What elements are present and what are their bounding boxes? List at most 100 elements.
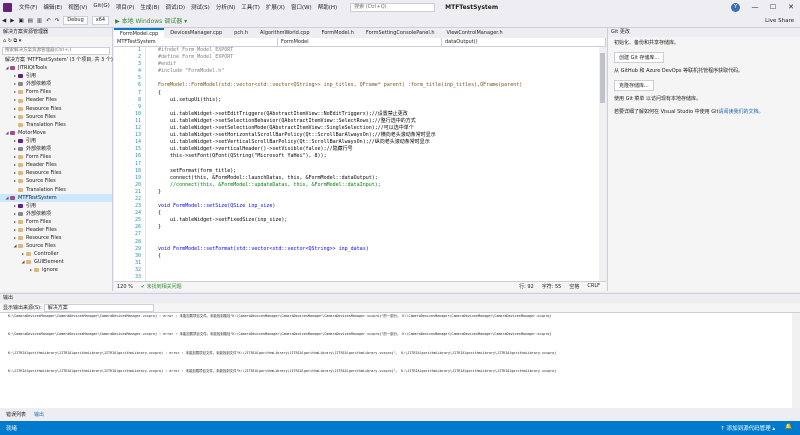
close-icon[interactable]: ✕: [782, 3, 800, 12]
folder-icon: [18, 114, 23, 119]
editor-scrollbar[interactable]: [599, 47, 606, 281]
menu-item[interactable]: 分析(N): [213, 3, 238, 11]
line-number: 22: [134, 195, 141, 202]
code-editor[interactable]: 1 2 3 4 5 6 7 8 9 10 11 12 13 14 15 16 17 18 19 20 21 22 23 24 2…: [114, 47, 599, 281]
code-area[interactable]: #ifndef Form_Model_EXPORT #define Form_Mo…: [158, 47, 598, 281]
menu-item[interactable]: 窗口(W): [288, 3, 315, 11]
minimize-icon[interactable]: —: [746, 3, 764, 12]
zoom-level[interactable]: 120 %: [117, 284, 133, 290]
tree-item[interactable]: ◢ GUIElement: [0, 258, 112, 266]
code-line: ui.setupUi(this);: [158, 96, 222, 103]
nav-class[interactable]: FormModel: [278, 38, 442, 46]
tree-item[interactable]: ▸ Form Files: [0, 153, 112, 161]
editor-tab[interactable]: AlgorithmWorld.cpp: [254, 28, 316, 38]
git-docs-link[interactable]: 请阅读我们的文档。: [718, 109, 763, 115]
editor-tab-label: FormSettingConsolePanel.h: [365, 30, 435, 36]
output-title: 输出: [0, 294, 800, 303]
tree-item[interactable]: ▸ Form Files: [0, 88, 112, 96]
configuration-select[interactable]: Debug: [63, 16, 88, 25]
tree-item[interactable]: ▸ 外部依赖项: [0, 80, 112, 88]
back-icon[interactable]: ◀: [0, 18, 8, 24]
menu-item[interactable]: 测试(S): [188, 3, 213, 11]
scrollbar-thumb[interactable]: [600, 53, 605, 103]
tree-item[interactable]: ▸ Header Files: [0, 226, 112, 234]
tree-item[interactable]: ▸ ignore: [0, 266, 112, 274]
editor-tab[interactable]: pch.h: [228, 28, 254, 38]
output-source-label: 显示输出来源(S):: [3, 305, 42, 311]
whitespace-mode[interactable]: 空格: [569, 283, 579, 290]
tree-item[interactable]: ▸ Resource Files: [0, 105, 112, 113]
line-number: 20: [134, 181, 141, 188]
tree-item[interactable]: ▸ 引用: [0, 202, 112, 210]
tree-item[interactable]: ▸ Resource Files: [0, 234, 112, 242]
line-number: 29: [134, 245, 141, 252]
tree-item[interactable]: ▸ Header Files: [0, 161, 112, 169]
nav-member[interactable]: dataOutput(): [442, 38, 606, 46]
output-scrollbar[interactable]: [792, 313, 800, 408]
editor-tab[interactable]: FormModel.cpp: [114, 28, 165, 38]
tree-item[interactable]: ▸ Source Files: [0, 177, 112, 185]
code-line: ui.tableWidget->setFixedSize(inp_size);: [158, 217, 288, 224]
editor-tab[interactable]: ViewControlManager.h: [441, 28, 509, 38]
output-line: K:\JITRIAlgorithmLibrary\JITRIAlgorithmL…: [8, 369, 557, 374]
save-icon[interactable]: ▤: [26, 18, 35, 24]
forward-icon[interactable]: ▶: [8, 18, 16, 24]
solution-explorer-search[interactable]: 搜索解决方案资源管理器(Ctrl+;): [2, 47, 110, 55]
tree-item[interactable]: ▸ Source Files: [0, 113, 112, 121]
tab-output[interactable]: 输出: [34, 411, 44, 418]
menu-item[interactable]: 文件(F): [16, 3, 40, 11]
nav-project[interactable]: MTFTestSystem: [114, 38, 278, 46]
menu-item[interactable]: 工具(T): [238, 3, 263, 11]
tree-item[interactable]: Translation Files: [0, 186, 112, 194]
line-ending[interactable]: CRLF: [587, 283, 600, 290]
issues-status[interactable]: ✔ 未找到相关问题: [141, 283, 182, 290]
add-to-source-control-button[interactable]: ↑ 添加到源代码管理 ▴: [720, 424, 775, 432]
tree-item[interactable]: ◢ MotorMove: [0, 129, 112, 137]
tree-item[interactable]: Translation Files: [0, 121, 112, 129]
notification-icon[interactable]: 🔔: [785, 424, 792, 432]
search-input[interactable]: 搜索 (Ctrl+Q): [350, 2, 436, 12]
editor-tab[interactable]: DevicesManager.cpp: [164, 28, 228, 38]
tree-item[interactable]: ◢ MTFTestSystem: [0, 193, 112, 202]
menu-item[interactable]: 视图(V): [65, 3, 90, 11]
editor-tab[interactable]: FormModel.h: [316, 28, 360, 38]
tree-item[interactable]: ▸ 外部依赖项: [0, 145, 112, 153]
maximize-icon[interactable]: ☐: [764, 3, 782, 12]
tree-item[interactable]: ▸ 外部依赖项: [0, 210, 112, 218]
git-hosting-text: 从 GitHub 和 Azure DevOps 等联机托管程序获取代码。: [614, 68, 744, 74]
tree-item[interactable]: 解决方案 'MTFTestSystem' (3 个项目, 共 3 个): [0, 56, 113, 64]
tree-item[interactable]: ◢ Source Files: [0, 242, 112, 250]
folder-icon: [18, 122, 23, 127]
line-number: 28: [134, 238, 141, 245]
output-text[interactable]: K:\CameraDevicesManager\CameraDevicesMan…: [0, 314, 792, 409]
line-number: 21: [134, 188, 141, 195]
create-git-repo-button[interactable]: 创建 Git 存储库...: [614, 52, 665, 63]
editor-tab[interactable]: FormSettingConsolePanel.h: [360, 28, 441, 38]
tree-item[interactable]: ▸ Controller: [0, 250, 112, 258]
redo-icon[interactable]: ↷: [53, 18, 62, 24]
clone-repo-button[interactable]: 克隆存储库...: [614, 80, 654, 91]
tree-item[interactable]: ▸ 引用: [0, 137, 112, 145]
live-share-button[interactable]: Live Share: [765, 18, 794, 24]
output-source-select[interactable]: 解决方案: [43, 303, 154, 312]
menu-item[interactable]: 调试(D): [163, 3, 189, 11]
save-all-icon[interactable]: ▥: [35, 18, 44, 24]
platform-select[interactable]: x64: [91, 16, 110, 25]
run-debugger-button[interactable]: ▶ 本地 Windows 调试器 ▾: [115, 16, 187, 25]
menu-item[interactable]: 扩展(X): [263, 3, 288, 11]
menu-item[interactable]: 项目(P): [113, 3, 138, 11]
undo-icon[interactable]: ↶: [44, 18, 53, 24]
status-ready: 就绪: [6, 426, 18, 432]
tab-error-list[interactable]: 错误列表: [6, 411, 26, 418]
tree-item[interactable]: ▸ Resource Files: [0, 169, 112, 177]
tree-item[interactable]: ▸ Form Files: [0, 218, 112, 226]
avatar[interactable]: Y: [731, 2, 740, 12]
menu-item[interactable]: 生成(B): [137, 3, 162, 11]
menu-item[interactable]: Git(G): [90, 3, 113, 11]
tree-item[interactable]: ▸ Header Files: [0, 96, 112, 104]
tree-item[interactable]: ▸ 引用: [0, 72, 112, 80]
menu-item[interactable]: 帮助(H): [315, 3, 340, 11]
menu-item[interactable]: 编辑(E): [40, 3, 65, 11]
tree-item[interactable]: ◢ JITRIQtTools: [0, 64, 112, 72]
new-file-icon[interactable]: ▣: [16, 18, 25, 24]
